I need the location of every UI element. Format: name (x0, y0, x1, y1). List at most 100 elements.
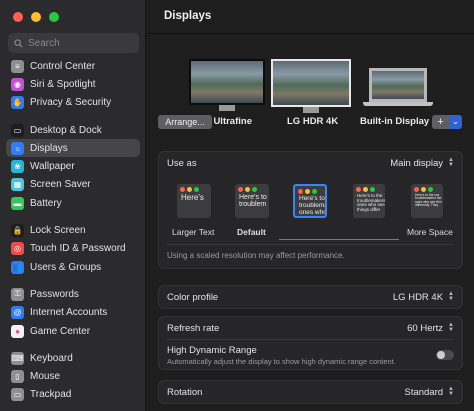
sample-text: Here's to the troublemakers ones who see… (357, 193, 385, 213)
sidebar-item-lock-screen[interactable]: 🔒 Lock Screen (6, 221, 140, 239)
refresh-rate-label: Refresh rate (167, 322, 220, 334)
resolution-option[interactable]: Here's to troublem (235, 184, 269, 218)
window-dots (235, 184, 269, 192)
color-profile-panel: Color profile LG HDR 4K ▲ ▼ (158, 285, 463, 309)
sidebar-item-screen-saver[interactable]: ▦ Screen Saver (6, 176, 140, 194)
chevron-down-icon[interactable]: ⌄ (449, 115, 462, 129)
plus-icon: + (437, 116, 444, 128)
monitor-lg-hdr-4k[interactable] (271, 59, 351, 113)
sidebar-item-label: Privacy & Security (30, 97, 112, 109)
resolution-options: Here's Larger Text Here's to troublem Defau… (159, 174, 462, 244)
monitor-stand (219, 105, 235, 111)
window-controls (13, 12, 59, 22)
resolution-option[interactable]: Here's to the cra troublemakers the ones… (411, 184, 443, 218)
minimize-window-button[interactable] (31, 12, 41, 22)
search-icon (14, 38, 23, 48)
monitor-stand (303, 107, 319, 113)
sidebar-item-passwords[interactable]: ⚿ Passwords (6, 285, 140, 303)
sidebar-item-control-center[interactable]: ≡ Control Center (6, 57, 140, 75)
sidebar-item-label: Displays (30, 142, 68, 154)
sidebar-separator (6, 340, 140, 349)
sidebar-item-privacy-security[interactable]: ✋ Privacy & Security (6, 94, 140, 112)
rotation-row: Rotation Standard ▲ ▼ (159, 381, 462, 403)
sidebar-item-wallpaper[interactable]: ❀ Wallpaper (6, 157, 140, 175)
sample-text: Here's to t troublema ones who (299, 195, 325, 216)
rotation-select[interactable]: Standard ▲ ▼ (404, 386, 454, 398)
sidebar-item-keyboard[interactable]: ⌨ Keyboard (6, 349, 140, 367)
sidebar-item-touch-id-password[interactable]: ◎ Touch ID & Password (6, 240, 140, 258)
sidebar-item-displays[interactable]: ☼ Displays (6, 139, 140, 158)
window-dots (295, 186, 325, 194)
sidebar-item-trackpad[interactable]: ▭ Trackpad (6, 386, 140, 404)
sidebar-separator (6, 276, 140, 285)
header-divider (147, 33, 474, 34)
scaled-note: Using a scaled resolution may affect per… (167, 251, 345, 260)
at-icon: @ (11, 306, 24, 320)
window-dots (353, 184, 385, 192)
sidebar-item-mouse[interactable]: ▯ Mouse (6, 367, 140, 385)
up-down-icon: ▲ ▼ (448, 156, 454, 168)
sun-icon: ☼ (11, 141, 24, 155)
refresh-rate-value: 60 Hertz (407, 322, 444, 334)
lock-icon: 🔒 (11, 224, 24, 238)
up-down-icon: ▲ ▼ (448, 290, 454, 302)
wallpaper-icon: ❀ (11, 160, 24, 174)
sidebar-item-siri-spotlight[interactable]: ◉ Siri & Spotlight (6, 75, 140, 93)
laptop-base (363, 102, 433, 106)
sidebar-item-users-groups[interactable]: 👥 Users & Groups (6, 258, 140, 276)
control-center-icon: ≡ (11, 59, 24, 73)
sidebar-item-label: Internet Accounts (30, 307, 108, 319)
color-profile-value: LG HDR 4K (392, 291, 444, 303)
resolution-option[interactable]: Here's to t troublema ones who (293, 184, 327, 218)
sample-text: Here's to troublem (239, 194, 267, 209)
add-display-button[interactable]: + ⌄ (432, 115, 462, 129)
search-input[interactable] (28, 37, 128, 49)
use-as-select[interactable]: Main display ▲ ▼ (390, 156, 454, 169)
sidebar-item-label: Wallpaper (30, 161, 75, 173)
sidebar-list: ≡ Control Center ◉ Siri & Spotlight ✋ Privacy… (6, 57, 140, 404)
use-as-label: Use as (167, 157, 197, 169)
resolution-label: Default (237, 227, 266, 237)
sidebar-item-desktop-dock[interactable]: ▭ Desktop & Dock (6, 121, 140, 139)
color-profile-row: Color profile LG HDR 4K ▲ ▼ (159, 286, 462, 308)
trackpad-icon: ▭ (11, 388, 24, 402)
hdr-toggle[interactable] (436, 350, 454, 360)
sidebar-item-battery[interactable]: ▬ Battery (6, 194, 140, 212)
refresh-rate-select[interactable]: 60 Hertz ▲ ▼ (407, 321, 454, 334)
zoom-window-button[interactable] (49, 12, 59, 22)
sidebar-item-internet-accounts[interactable]: @ Internet Accounts (6, 304, 140, 322)
close-window-button[interactable] (13, 12, 23, 22)
rotation-panel: Rotation Standard ▲ ▼ (158, 380, 463, 404)
color-profile-label: Color profile (167, 291, 219, 303)
search-field[interactable] (8, 33, 139, 53)
arrange-button[interactable]: Arrange... (158, 115, 212, 129)
sidebar-item-label: Touch ID & Password (30, 243, 126, 255)
resolution-option[interactable]: Here's (177, 184, 211, 218)
window-dots (411, 184, 443, 192)
monitor-ultrafine[interactable] (189, 59, 265, 111)
screen-saver-icon: ▦ (11, 178, 24, 192)
monitor-built-in[interactable] (363, 68, 433, 106)
sidebar-item-label: Users & Groups (30, 261, 102, 273)
key-icon: ⚿ (11, 287, 24, 301)
monitor-label-lg-hdr: LG HDR 4K (287, 116, 339, 127)
up-down-icon: ▲ ▼ (448, 321, 454, 333)
color-profile-select[interactable]: LG HDR 4K ▲ ▼ (392, 290, 454, 303)
sidebar: ≡ Control Center ◉ Siri & Spotlight ✋ Privacy… (0, 0, 146, 411)
resolution-option[interactable]: Here's to the troublemakers ones who see… (353, 184, 385, 218)
use-as-row: Use as Main display ▲ ▼ (159, 152, 462, 174)
sample-text: Here's to the cra troublemakers the ones… (415, 193, 442, 208)
sidebar-item-label: Mouse (30, 371, 61, 383)
refresh-hdr-panel: Refresh rate 60 Hertz ▲ ▼ High Dynamic Ran… (158, 316, 463, 370)
rotation-value: Standard (404, 386, 444, 398)
resolution-label: More Space (407, 227, 453, 237)
fingerprint-icon: ◎ (11, 242, 24, 256)
sidebar-item-label: Passwords (30, 288, 79, 300)
page-title: Displays (164, 10, 212, 22)
hdr-row: High Dynamic Range Automatically adjust … (159, 340, 462, 370)
main-pane: Displays g Ultrafine LG HDR 4K Built-in … (147, 0, 474, 411)
sidebar-item-game-center[interactable]: ● Game Center (6, 322, 140, 340)
rotation-label: Rotation (167, 386, 203, 398)
siri-icon: ◉ (11, 77, 24, 91)
sidebar-separator (6, 212, 140, 221)
